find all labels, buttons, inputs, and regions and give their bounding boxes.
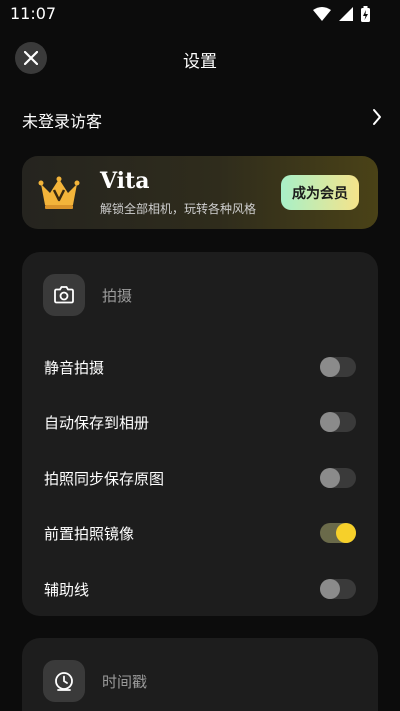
wifi-icon (313, 7, 331, 21)
status-icons (313, 6, 370, 22)
toggle-knob (336, 523, 356, 543)
chevron-right-icon (373, 109, 381, 125)
grid-lines-toggle[interactable] (320, 579, 356, 599)
section-title: 拍摄 (102, 287, 133, 305)
vip-subtitle: 解锁全部相机，玩转各种风格 (100, 202, 257, 216)
setting-label: 前置拍照镜像 (44, 525, 135, 543)
auto-save-toggle[interactable] (320, 412, 356, 432)
setting-silent-shoot: 静音拍摄 (44, 352, 356, 382)
setting-label: 自动保存到相册 (44, 414, 150, 432)
timestamp-icon (55, 672, 73, 691)
setting-grid-lines: 辅助线 (44, 574, 356, 604)
timestamp-section: 时间戳 (22, 638, 378, 711)
toggle-knob (320, 357, 340, 377)
setting-save-original: 拍照同步保存原图 (44, 463, 356, 493)
save-original-toggle[interactable] (320, 468, 356, 488)
setting-auto-save: 自动保存到相册 (44, 407, 356, 437)
section-title: 时间戳 (102, 673, 148, 691)
signal-icon (339, 7, 353, 21)
guest-login-row[interactable]: 未登录访客 (22, 106, 382, 132)
vip-name: Vita (100, 168, 150, 194)
toggle-knob (320, 468, 340, 488)
front-mirror-toggle[interactable] (320, 523, 356, 543)
setting-label: 静音拍摄 (44, 359, 105, 377)
setting-label: 拍照同步保存原图 (44, 470, 165, 488)
silent-shoot-toggle[interactable] (320, 357, 356, 377)
guest-label: 未登录访客 (22, 112, 103, 131)
toggle-knob (320, 579, 340, 599)
status-time: 11:07 (10, 4, 57, 23)
shooting-section: 拍摄 静音拍摄 自动保存到相册 拍照同步保存原图 前置拍照镜像 辅助线 (22, 252, 378, 616)
timestamp-icon-box (43, 660, 85, 702)
camera-icon (54, 286, 74, 304)
camera-icon-box (43, 274, 85, 316)
battery-icon (361, 6, 370, 22)
vip-card[interactable]: Vita 解锁全部相机，玩转各种风格 成为会员 (22, 156, 378, 229)
status-bar: 11:07 (0, 0, 400, 28)
become-member-button[interactable]: 成为会员 (281, 175, 359, 210)
page-title: 设置 (183, 52, 217, 72)
header: 设置 (0, 38, 400, 78)
setting-front-mirror: 前置拍照镜像 (44, 518, 356, 548)
setting-label: 辅助线 (44, 581, 90, 599)
toggle-knob (320, 412, 340, 432)
crown-icon (38, 176, 80, 209)
